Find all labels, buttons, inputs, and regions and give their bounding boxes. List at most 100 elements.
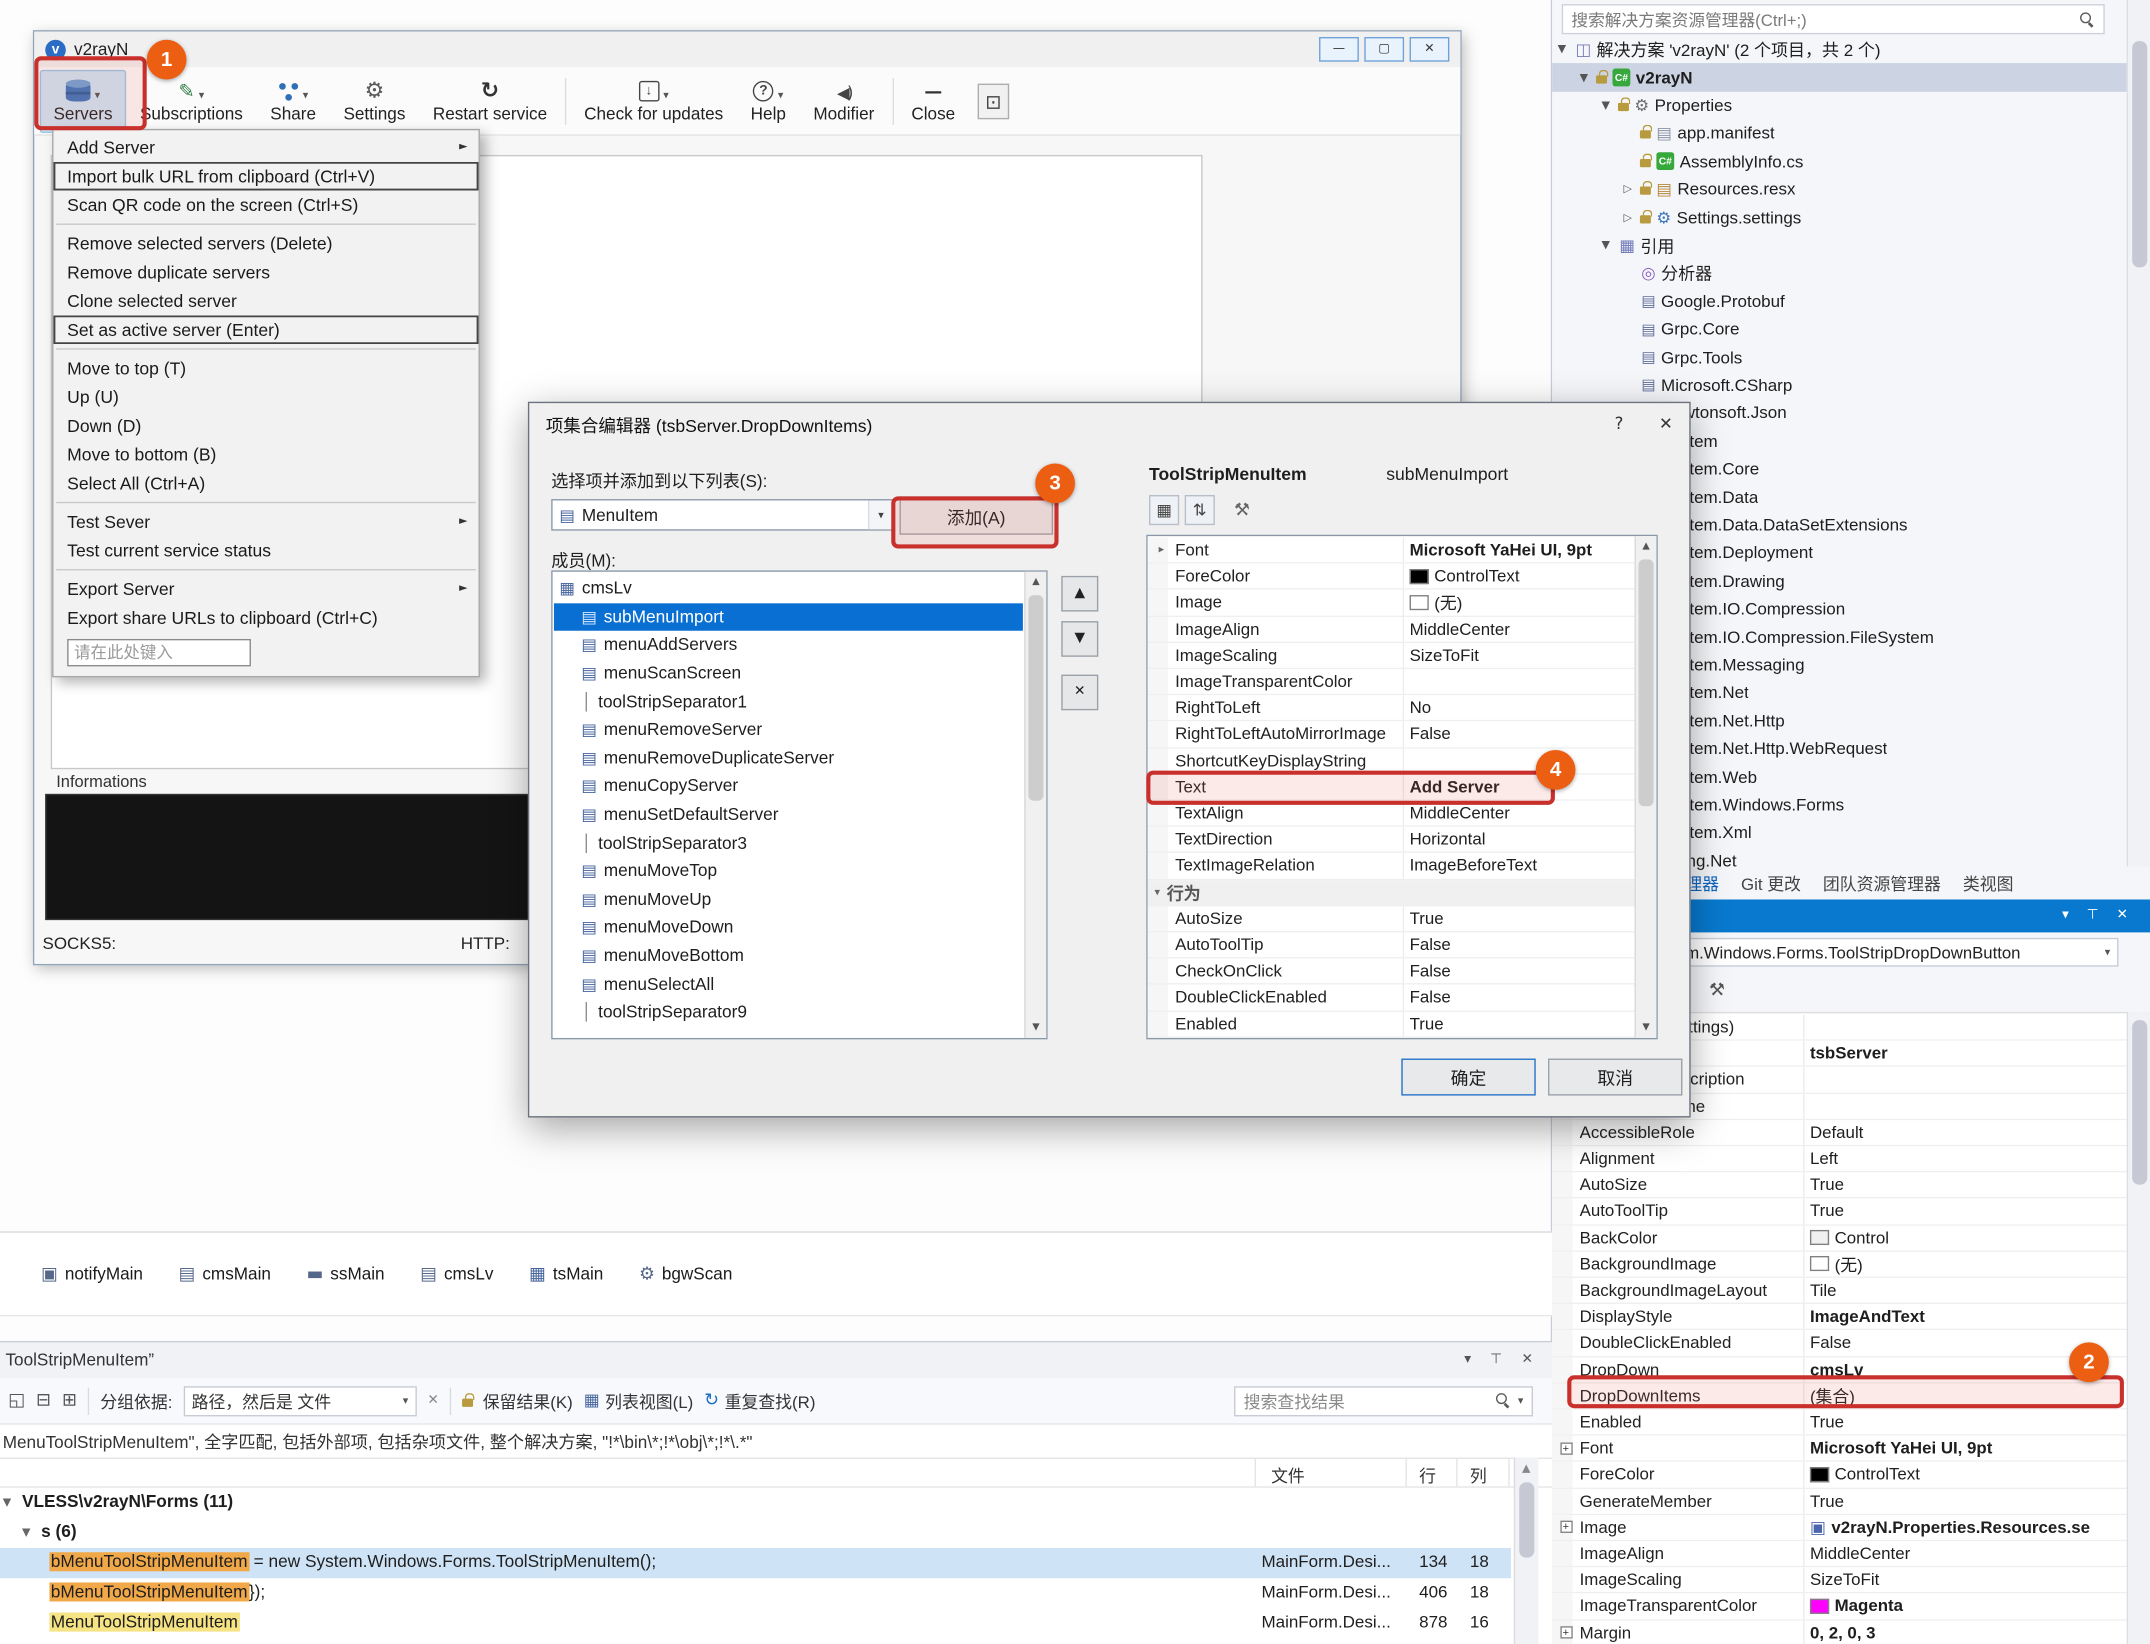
property-autotooltip[interactable]: AutoToolTipTrue <box>1552 1199 2127 1225</box>
cancel-button[interactable]: 取消 <box>1548 1059 1682 1096</box>
member-menucopyserver[interactable]: ▤menuCopyServer <box>554 772 1023 800</box>
property-dropdownitems[interactable]: DropDownItems(集合) <box>1552 1383 2127 1409</box>
property-autosize[interactable]: AutoSizeTrue <box>1552 1173 2127 1199</box>
toolbar-button-help[interactable]: ?▾Help <box>737 69 800 132</box>
grid-scrollbar[interactable]: ▲ ▼ <box>1634 536 1656 1038</box>
property-dropdown[interactable]: DropDowncmsLv <box>1552 1357 2127 1383</box>
solution-search-box[interactable]: 搜索解决方案资源管理器(Ctrl+;) <box>1562 4 2105 34</box>
property-generatemember[interactable]: GenerateMemberTrue <box>1552 1489 2127 1515</box>
property-alignment[interactable]: AlignmentLeft <box>1552 1146 2127 1172</box>
member-toolstripseparator9[interactable]: │toolStripSeparator9 <box>554 998 1023 1026</box>
menu-item-set-as-active-server-enter[interactable]: Set as active server (Enter) <box>53 315 478 344</box>
member-cmslv[interactable]: ▦cmsLv <box>554 575 1023 603</box>
dialog-help-button[interactable]: ? <box>1615 415 1624 431</box>
property-value[interactable]: Microsoft YaHei UI, 9pt <box>1803 1436 2127 1461</box>
property-accessiblerole[interactable]: AccessibleRoleDefault <box>1552 1120 2127 1146</box>
scrollbar-thumb[interactable] <box>2132 41 2147 267</box>
menu-item-export-share-urls-to-clipboard-ctrl-c[interactable]: Export share URLs to clipboard (Ctrl+C) <box>53 603 478 632</box>
scrollbar-thumb[interactable] <box>1639 559 1654 806</box>
tray-component-cmsmain[interactable]: ▤cmsMain <box>179 1264 271 1283</box>
property-value[interactable]: True <box>1803 1173 2127 1198</box>
property-value[interactable]: SizeToFit <box>1403 643 1635 668</box>
clear-filter-icon[interactable]: ✕ <box>427 1394 439 1408</box>
chevron-down-icon[interactable]: ▾ <box>2062 909 2069 923</box>
member-submenuimport[interactable]: ▤subMenuImport <box>554 603 1023 631</box>
menu-item-add-server[interactable]: Add Server► <box>53 133 478 162</box>
property-value[interactable]: cmsLv <box>1803 1357 2127 1382</box>
property-doubleclickenabled[interactable]: DoubleClickEnabledFalse <box>1552 1331 2127 1357</box>
tree-item-grpc-core[interactable]: ▤Grpc.Core <box>1552 315 2127 343</box>
menu-item-select-all-ctrl-a[interactable]: Select All (Ctrl+A) <box>53 469 478 498</box>
property-value[interactable]: True <box>1803 1410 2127 1435</box>
keep-results-button[interactable]: 保留结果(K) <box>462 1388 573 1413</box>
property-value[interactable]: ImageBeforeText <box>1403 853 1635 878</box>
tab-类视图[interactable]: 类视图 <box>1953 871 2023 896</box>
tree-item-assemblyinfo-cs[interactable]: C#AssemblyInfo.cs <box>1552 148 2127 176</box>
scrollbar-down-icon[interactable]: ▼ <box>1026 1017 1047 1038</box>
property-value[interactable]: Left <box>1803 1146 2127 1171</box>
property-imagetransparentcolor[interactable]: ImageTransparentColor <box>1148 669 1635 695</box>
member-menuremoveduplicateserver[interactable]: ▤menuRemoveDuplicateServer <box>554 744 1023 772</box>
property-backgroundimage[interactable]: BackgroundImage(无) <box>1552 1252 2127 1278</box>
member-menuremoveserver[interactable]: ▤menuRemoveServer <box>554 716 1023 744</box>
property-value[interactable] <box>1803 1067 2127 1092</box>
property-value[interactable]: ControlText <box>1803 1462 2127 1487</box>
toolbar-button-restart-service[interactable]: ↻Restart service <box>419 69 561 132</box>
alphabetical-icon[interactable]: ⇅ <box>1185 495 1215 525</box>
menu-item-test-sever[interactable]: Test Sever► <box>53 507 478 536</box>
tree-item-microsoft-csharp[interactable]: ▤Microsoft.CSharp <box>1552 371 2127 399</box>
property-value[interactable]: Add Server <box>1403 774 1635 799</box>
find-panel-header[interactable]: ToolStripMenuItem” ▾ ⊤ ✕ <box>0 1342 1552 1378</box>
property-value[interactable]: False <box>1403 959 1635 984</box>
property-value[interactable]: (无) <box>1403 590 1635 615</box>
toolbar-button-close[interactable]: —Close <box>898 69 969 132</box>
property-autotooltip[interactable]: AutoToolTipFalse <box>1148 932 1635 958</box>
toolbar-button-modifier[interactable]: ◀)Modifier <box>800 69 888 132</box>
properties-scrollbar[interactable] <box>2127 1012 2150 1644</box>
property-image[interactable]: Image(无) <box>1148 590 1635 616</box>
list-view-button[interactable]: ▦ 列表视图(L) <box>584 1388 693 1413</box>
property-enabled[interactable]: EnabledTrue <box>1552 1410 2127 1436</box>
property-imagealign[interactable]: ImageAlignMiddleCenter <box>1148 616 1635 642</box>
property-value[interactable]: Microsoft YaHei UI, 9pt <box>1403 537 1635 562</box>
property-righttoleft[interactable]: RightToLeftNo <box>1148 695 1635 721</box>
property-textimagerelation[interactable]: TextImageRelationImageBeforeText <box>1148 853 1635 879</box>
scrollbar-thumb[interactable] <box>1028 595 1043 801</box>
result-row-1[interactable]: ▼s (6) <box>0 1518 1511 1548</box>
pin-icon[interactable]: ⊤ <box>2087 909 2099 923</box>
menu-item-export-server[interactable]: Export Server► <box>53 575 478 604</box>
dialog-close-button[interactable]: ✕ <box>1659 415 1673 431</box>
column-col[interactable]: 列 <box>1470 1463 1487 1488</box>
member-menuselectall[interactable]: ▤menuSelectAll <box>554 970 1023 998</box>
tree-item-引用[interactable]: ▼▦引用 <box>1552 231 2127 259</box>
column-line[interactable]: 行 <box>1419 1463 1436 1488</box>
result-row-2[interactable]: bMenuToolStripMenuItem = new System.Wind… <box>0 1548 1511 1578</box>
property-image[interactable]: +Image▣v2rayN.Properties.Resources.se <box>1552 1515 2127 1541</box>
group-by-dropdown[interactable]: 路径，然后是 文件 ▾ <box>183 1386 416 1416</box>
tray-component-notifymain[interactable]: ▣notifyMain <box>41 1264 143 1283</box>
tree-item-google-protobuf[interactable]: ▤Google.Protobuf <box>1552 287 2127 315</box>
toolbar-button-settings[interactable]: ⚙Settings <box>330 69 419 132</box>
tab-团队资源管理器[interactable]: 团队资源管理器 <box>1813 871 1950 896</box>
property-value[interactable]: True <box>1403 1011 1635 1036</box>
menu-item-test-current-service-status[interactable]: Test current service status <box>53 536 478 565</box>
column-file[interactable]: 文件 <box>1271 1463 1305 1488</box>
result-row-4[interactable]: MenuToolStripMenuItemMainForm.Desi...878… <box>0 1608 1511 1638</box>
categorized-icon[interactable]: ▦ <box>1149 495 1179 525</box>
property-textdirection[interactable]: TextDirectionHorizontal <box>1148 827 1635 853</box>
chevron-down-icon[interactable]: ▾ <box>1464 1353 1471 1367</box>
property-imagetransparentcolor[interactable]: ImageTransparentColorMagenta <box>1552 1594 2127 1620</box>
menu-item-up-u[interactable]: Up (U) <box>53 383 478 412</box>
property-value[interactable]: Horizontal <box>1403 827 1635 852</box>
property-value[interactable]: False <box>1403 985 1635 1010</box>
member-toolstripseparator1[interactable]: │toolStripSeparator1 <box>554 687 1023 715</box>
member-menumovebottom[interactable]: ▤menuMoveBottom <box>554 942 1023 970</box>
member-menuaddservers[interactable]: ▤menuAddServers <box>554 631 1023 659</box>
scrollbar-down-icon[interactable]: ▼ <box>1636 1017 1657 1038</box>
results-search-box[interactable]: 搜索查找结果 ▾ <box>1234 1386 1533 1416</box>
result-row-0[interactable]: ▼VLESS\v2rayN\Forms (11) <box>0 1488 1511 1518</box>
member-menumovetop[interactable]: ▤menuMoveTop <box>554 857 1023 885</box>
menu-item-import-bulk-url-from-clipboard-ctrl-v[interactable]: Import bulk URL from clipboard (Ctrl+V) <box>53 162 478 191</box>
scrollbar-thumb[interactable] <box>2132 1020 2147 1185</box>
scrollbar-thumb[interactable] <box>1519 1482 1534 1557</box>
